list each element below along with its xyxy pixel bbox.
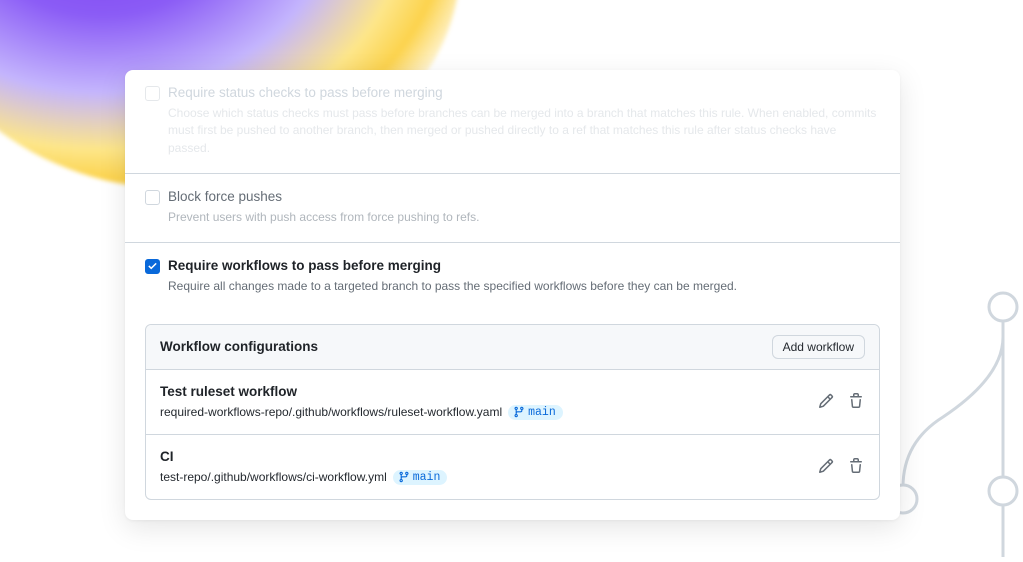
pencil-icon [818, 393, 834, 409]
checkmark-icon [147, 261, 158, 272]
workflow-path: test-repo/.github/workflows/ci-workflow.… [160, 470, 387, 484]
workflow-name: Test ruleset workflow [160, 384, 817, 399]
branch-pill[interactable]: main [393, 470, 448, 485]
pencil-icon [818, 458, 834, 474]
branch-name: main [413, 471, 441, 484]
branch-pill[interactable]: main [508, 405, 563, 420]
workflow-item: Test ruleset workflow required-workflows… [146, 370, 879, 434]
delete-workflow-button[interactable] [847, 457, 865, 475]
block-force-checkbox[interactable] [145, 190, 160, 205]
workflow-item: CI test-repo/.github/workflows/ci-workfl… [146, 434, 879, 499]
edit-workflow-button[interactable] [817, 457, 835, 475]
branch-name: main [528, 406, 556, 419]
rule-description: Require all changes made to a targeted b… [168, 278, 880, 295]
rule-require-workflows: Require workflows to pass before merging… [125, 242, 900, 311]
git-branch-icon [398, 471, 410, 483]
configurations-heading: Workflow configurations [160, 339, 318, 354]
rule-title: Block force pushes [168, 188, 880, 207]
add-workflow-button[interactable]: Add workflow [772, 335, 865, 359]
workflow-configurations-header: Workflow configurations Add workflow [146, 325, 879, 370]
delete-workflow-button[interactable] [847, 392, 865, 410]
workflow-name: CI [160, 449, 817, 464]
rules-panel: Require status checks to pass before mer… [125, 70, 900, 520]
workflow-configurations-box: Workflow configurations Add workflow Tes… [145, 324, 880, 500]
trash-icon [848, 458, 864, 474]
git-branch-icon [513, 406, 525, 418]
rule-title: Require status checks to pass before mer… [168, 84, 880, 103]
trash-icon [848, 393, 864, 409]
status-checks-checkbox[interactable] [145, 86, 160, 101]
rule-status-checks: Require status checks to pass before mer… [125, 70, 900, 173]
workflow-path: required-workflows-repo/.github/workflow… [160, 405, 502, 419]
rule-title: Require workflows to pass before merging [168, 257, 880, 276]
rule-description: Prevent users with push access from forc… [168, 209, 880, 226]
rule-block-force-pushes: Block force pushes Prevent users with pu… [125, 173, 900, 242]
edit-workflow-button[interactable] [817, 392, 835, 410]
require-workflows-checkbox[interactable] [145, 259, 160, 274]
rule-description: Choose which status checks must pass bef… [168, 105, 880, 157]
